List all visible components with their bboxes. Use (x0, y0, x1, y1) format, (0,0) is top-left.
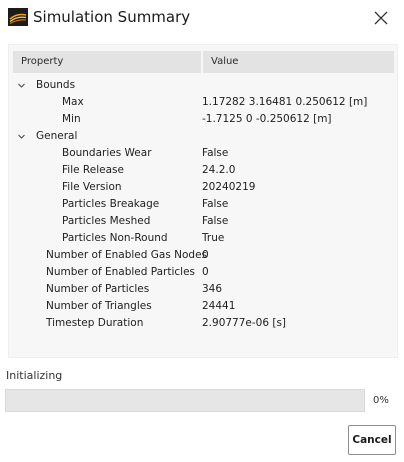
table-row[interactable]: Particles Non-Round True (9, 230, 399, 247)
table-row[interactable]: Timestep Duration 2.90777e-06 [s] (9, 315, 399, 332)
property-value: False (202, 198, 229, 210)
property-name: Bounds (36, 79, 76, 91)
table-row[interactable]: General (9, 128, 399, 145)
chevron-down-icon[interactable] (18, 133, 25, 140)
column-header-value[interactable]: Value (203, 51, 394, 73)
column-header-property[interactable]: Property (13, 51, 201, 73)
property-value: 0 (202, 266, 209, 278)
property-name: Number of Enabled Particles (46, 266, 196, 278)
property-name: Timestep Duration (46, 317, 144, 329)
chevron-down-icon[interactable] (18, 82, 25, 89)
app-logo-icon (8, 8, 28, 26)
property-name: Number of Triangles (46, 300, 152, 312)
property-name: Particles Meshed (62, 215, 151, 227)
property-value: True (202, 232, 225, 244)
property-value: 346 (202, 283, 223, 295)
table-row[interactable]: Min -1.7125 0 -0.250612 [m] (9, 111, 399, 128)
property-value: -1.7125 0 -0.250612 [m] (202, 113, 332, 125)
property-value: False (202, 215, 229, 227)
table-row[interactable]: Particles Meshed False (9, 213, 399, 230)
property-value: 0 (202, 249, 209, 261)
table-row[interactable]: Particles Breakage False (9, 196, 399, 213)
property-name: Number of Enabled Gas Nodes (46, 249, 207, 261)
window-title: Simulation Summary (33, 8, 191, 26)
status-label: Initializing (6, 369, 63, 382)
progress-percent: 0% (373, 395, 389, 406)
table-row[interactable]: Boundaries Wear False (9, 145, 399, 162)
cancel-button[interactable]: Cancel (348, 425, 396, 455)
property-name: File Version (62, 181, 122, 193)
property-value: 20240219 (202, 181, 256, 193)
title-bar: Simulation Summary (0, 0, 404, 36)
table-row[interactable]: File Release 24.2.0 (9, 162, 399, 179)
table-row[interactable]: Number of Enabled Particles 0 (9, 264, 399, 281)
property-value: 2.90777e-06 [s] (202, 317, 287, 329)
table-row[interactable]: Bounds (9, 77, 399, 94)
property-name: Particles Non-Round (62, 232, 168, 244)
property-name: Boundaries Wear (62, 147, 152, 159)
close-icon (374, 11, 388, 25)
property-name: Min (62, 113, 81, 125)
progress-bar (5, 389, 365, 412)
table-row[interactable]: Number of Enabled Gas Nodes 0 (9, 247, 399, 264)
table-row[interactable]: Max 1.17282 3.16481 0.250612 [m] (9, 94, 399, 111)
property-value: 24.2.0 (202, 164, 236, 176)
close-button[interactable] (368, 6, 394, 30)
property-value: 1.17282 3.16481 0.250612 [m] (202, 96, 368, 108)
property-name: Max (62, 96, 84, 108)
property-value: 24441 (202, 300, 236, 312)
property-name: Particles Breakage (62, 198, 160, 210)
summary-table: Property Value Bounds Max 1.17282 3.16481 … (8, 44, 398, 358)
table-row[interactable]: Number of Triangles 24441 (9, 298, 399, 315)
table-row[interactable]: File Version 20240219 (9, 179, 399, 196)
property-name: Number of Particles (46, 283, 150, 295)
table-row[interactable]: Number of Particles 346 (9, 281, 399, 298)
property-name: File Release (62, 164, 124, 176)
property-value: False (202, 147, 229, 159)
property-name: General (36, 130, 78, 142)
